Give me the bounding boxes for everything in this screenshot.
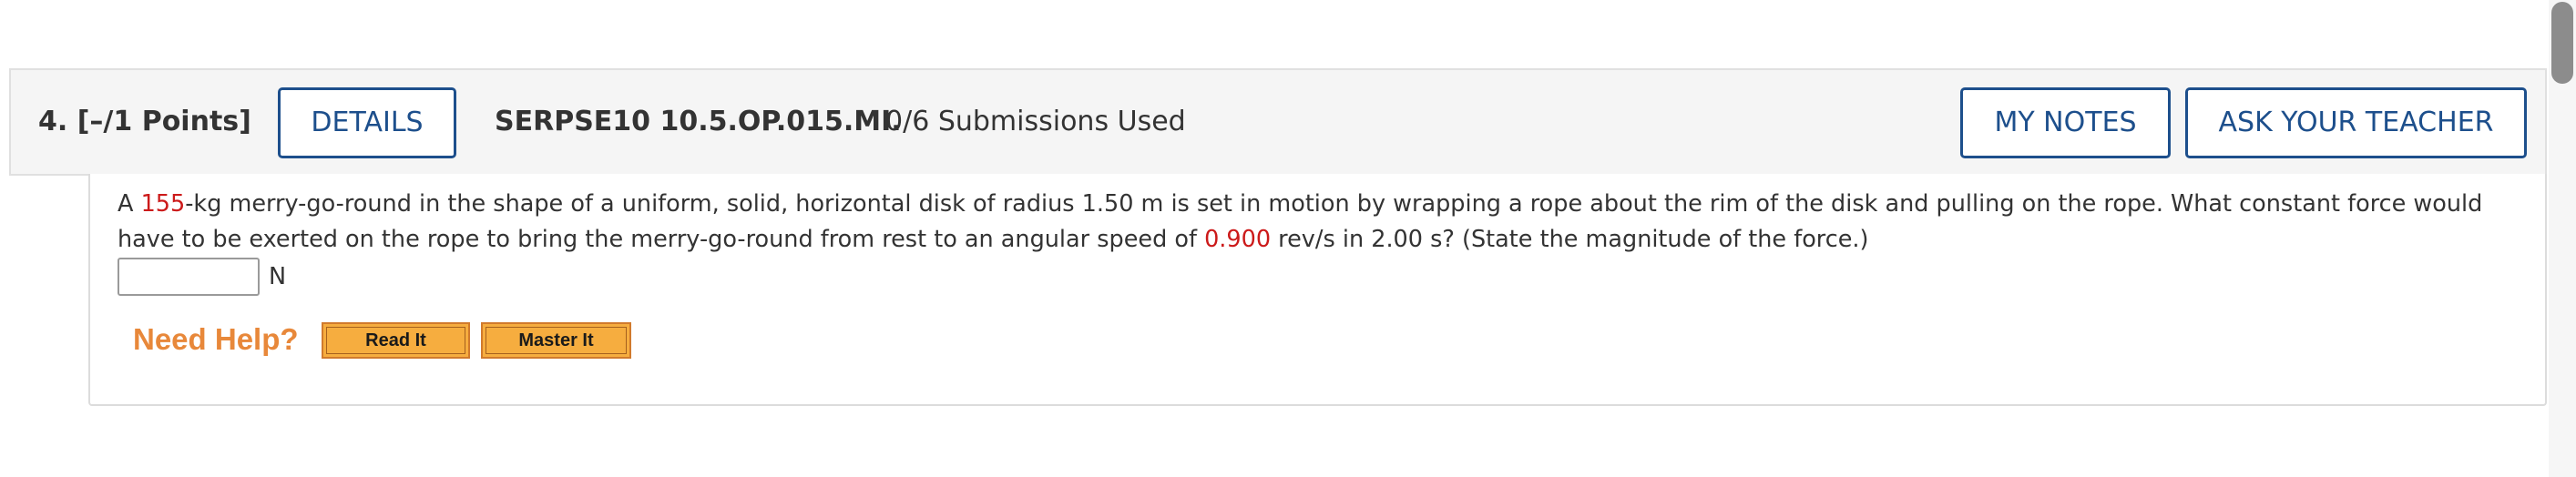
scrollbar-thumb[interactable] — [2551, 2, 2573, 84]
ask-your-teacher-button[interactable]: ASK YOUR TEACHER — [2185, 87, 2527, 158]
problem-statement: A 155-kg merry-go-round in the shape of … — [118, 187, 2513, 258]
question-header: 4. [–/1 Points] DETAILS SERPSE10 10.5.OP… — [9, 68, 2547, 176]
master-it-label: Master It — [486, 327, 627, 354]
mass-value: 155 — [140, 190, 186, 218]
question-number-points: 4. [–/1 Points] — [38, 106, 251, 137]
need-help-label: Need Help? — [133, 322, 299, 356]
master-it-button[interactable]: Master It — [481, 322, 631, 359]
problem-text-part-1: A — [118, 190, 141, 218]
answer-unit: N — [269, 263, 287, 290]
question-body: A 155-kg merry-go-round in the shape of … — [88, 174, 2547, 406]
submissions-used: 0/6 Submissions Used — [885, 106, 1186, 137]
read-it-button[interactable]: Read It — [322, 322, 470, 359]
my-notes-button[interactable]: MY NOTES — [1960, 87, 2171, 158]
answer-input[interactable] — [118, 258, 260, 296]
problem-text-part-3: rev/s in 2.00 s? (State the magnitude of… — [1271, 226, 1869, 253]
details-button[interactable]: DETAILS — [278, 87, 456, 158]
angular-speed-value: 0.900 — [1204, 226, 1272, 253]
assignment-code: SERPSE10 10.5.OP.015.MI. — [495, 106, 902, 137]
read-it-label: Read It — [326, 327, 465, 354]
